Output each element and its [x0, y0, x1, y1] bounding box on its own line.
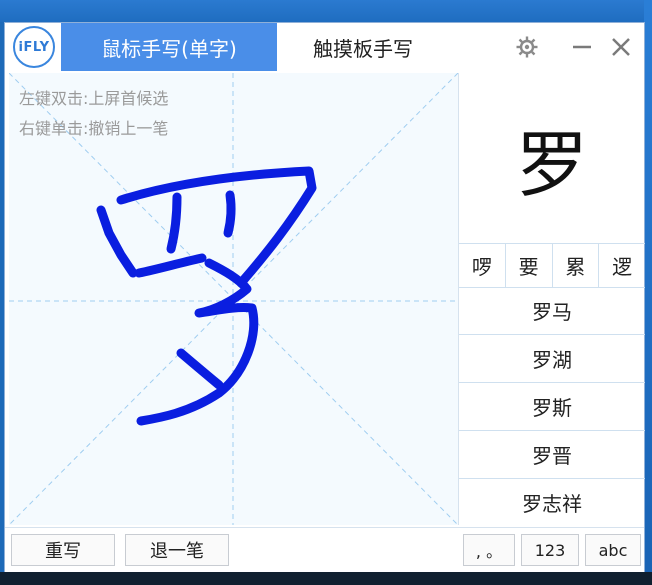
handwritten-strokes [96, 166, 317, 426]
candidate-char[interactable]: 啰 [459, 244, 506, 287]
desktop-edge [644, 0, 652, 585]
candidate-pane: 罗 啰 要 累 逻 罗马 罗湖 罗斯 罗晋 罗志祥 [458, 73, 645, 525]
settings-button[interactable] [514, 34, 540, 60]
candidate-char[interactable]: 累 [553, 244, 600, 287]
handwriting-window: iFLY 鼠标手写(单字) 触摸板手写 左键双击:上屏首候选 右键单击:撤销上一… [4, 22, 645, 572]
candidate-phrase[interactable]: 罗湖 [459, 335, 645, 383]
bottom-toolbar: 重写 退一笔 , 。 123 abc [5, 527, 644, 572]
candidate-phrase[interactable]: 罗斯 [459, 383, 645, 431]
handwriting-canvas[interactable]: 左键双击:上屏首候选 右键单击:撤销上一笔 [9, 73, 458, 525]
candidate-phrase[interactable]: 罗马 [459, 287, 645, 335]
number-button[interactable]: 123 [521, 534, 579, 566]
minimize-button[interactable] [569, 34, 595, 60]
rewrite-button[interactable]: 重写 [11, 534, 115, 566]
candidate-char[interactable]: 逻 [599, 244, 645, 287]
close-button[interactable] [608, 34, 634, 60]
logo-text: iFLY [18, 39, 50, 55]
single-char-candidates: 啰 要 累 逻 [459, 243, 645, 288]
tab-touchpad-handwriting[interactable]: 触摸板手写 [277, 23, 449, 71]
desktop-background [0, 0, 652, 22]
undo-stroke-button[interactable]: 退一笔 [125, 534, 229, 566]
alphabet-button[interactable]: abc [585, 534, 641, 566]
candidate-phrase[interactable]: 罗志祥 [459, 479, 645, 526]
punctuation-button[interactable]: , 。 [463, 534, 515, 566]
candidate-phrase[interactable]: 罗晋 [459, 431, 645, 479]
gear-icon [516, 36, 538, 58]
recognized-char-preview[interactable]: 罗 [459, 73, 645, 243]
tab-mouse-handwriting[interactable]: 鼠标手写(单字) [61, 23, 277, 71]
taskbar [0, 572, 652, 585]
close-icon [612, 38, 630, 56]
candidate-char[interactable]: 要 [506, 244, 553, 287]
minimize-icon [573, 45, 591, 49]
title-bar: iFLY 鼠标手写(单字) 触摸板手写 [5, 23, 644, 71]
ifly-logo[interactable]: iFLY [13, 26, 55, 68]
